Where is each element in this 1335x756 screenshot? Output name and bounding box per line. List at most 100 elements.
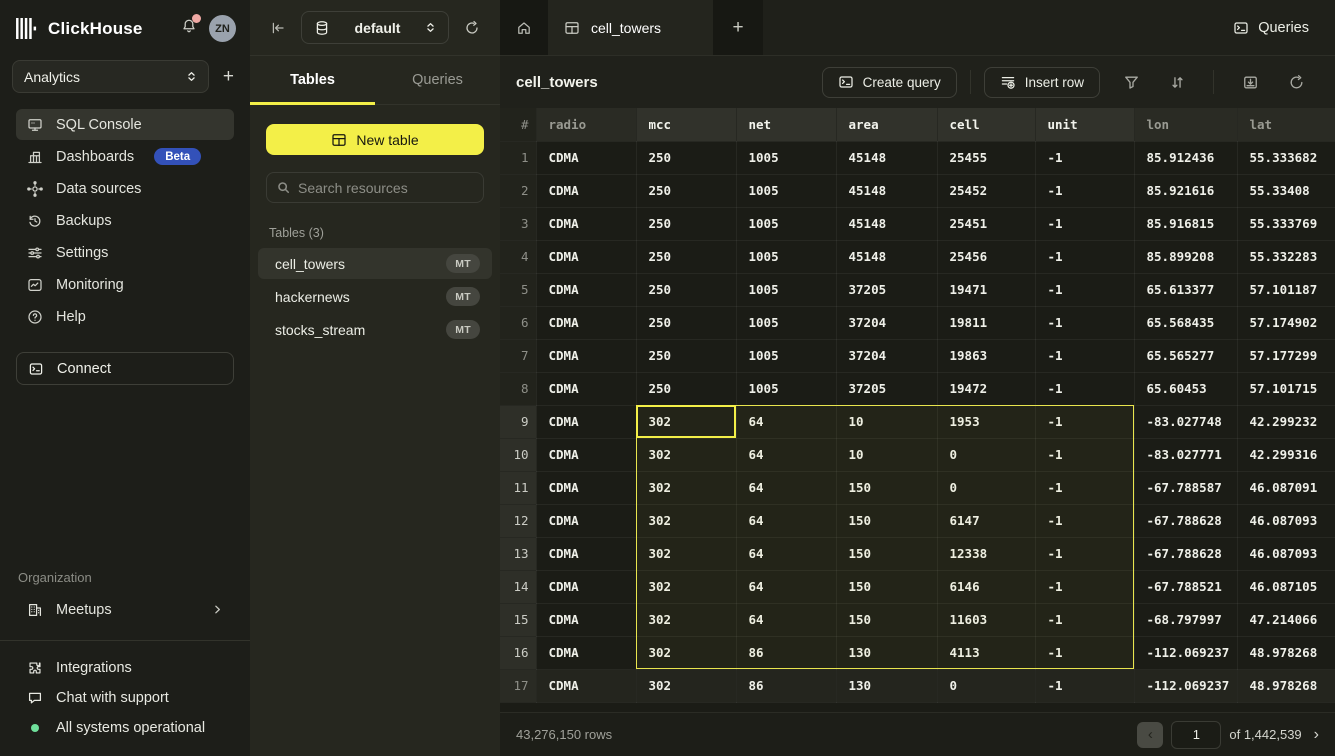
- grid-cell[interactable]: CDMA: [536, 372, 636, 405]
- grid-cell[interactable]: CDMA: [536, 471, 636, 504]
- notifications-button[interactable]: [181, 18, 197, 39]
- grid-cell[interactable]: CDMA: [536, 438, 636, 471]
- grid-cell[interactable]: 1005: [736, 240, 836, 273]
- sidebar-item-chat-support[interactable]: Chat with support: [16, 683, 234, 713]
- grid-cell[interactable]: 57.174902: [1237, 306, 1335, 339]
- next-page-button[interactable]: ›: [1314, 726, 1319, 744]
- row-number[interactable]: 14: [500, 570, 536, 603]
- search-input[interactable]: [298, 180, 473, 196]
- column-header-num[interactable]: #: [500, 108, 536, 141]
- grid-cell[interactable]: CDMA: [536, 537, 636, 570]
- grid-cell[interactable]: 86: [736, 636, 836, 669]
- grid-cell[interactable]: 250: [636, 306, 736, 339]
- grid-cell[interactable]: -1: [1035, 372, 1134, 405]
- row-number[interactable]: 2: [500, 174, 536, 207]
- insert-row-button[interactable]: Insert row: [984, 67, 1100, 98]
- grid-cell[interactable]: 64: [736, 471, 836, 504]
- row-number[interactable]: 5: [500, 273, 536, 306]
- grid-cell[interactable]: 64: [736, 405, 836, 438]
- sidebar-item-dashboards[interactable]: Dashboards Beta: [16, 141, 234, 172]
- grid-cell[interactable]: -68.797997: [1134, 603, 1237, 636]
- column-header-lon[interactable]: lon: [1134, 108, 1237, 141]
- grid-cell[interactable]: 25451: [937, 207, 1035, 240]
- grid-cell[interactable]: 302: [636, 471, 736, 504]
- grid-cell[interactable]: 1005: [736, 141, 836, 174]
- avatar[interactable]: ZN: [209, 15, 236, 42]
- grid-cell[interactable]: 250: [636, 339, 736, 372]
- database-selector[interactable]: default: [301, 11, 449, 44]
- grid-cell[interactable]: 47.214066: [1237, 603, 1335, 636]
- grid-cell[interactable]: 64: [736, 504, 836, 537]
- grid-cell[interactable]: 302: [636, 504, 736, 537]
- grid-cell[interactable]: -1: [1035, 207, 1134, 240]
- grid-cell[interactable]: -67.788628: [1134, 504, 1237, 537]
- grid-cell[interactable]: 1953: [937, 405, 1035, 438]
- grid-cell[interactable]: 65.60453: [1134, 372, 1237, 405]
- grid-cell[interactable]: 302: [636, 537, 736, 570]
- grid-cell[interactable]: CDMA: [536, 273, 636, 306]
- grid-cell[interactable]: -1: [1035, 636, 1134, 669]
- column-header-area[interactable]: area: [836, 108, 937, 141]
- grid-cell[interactable]: -83.027748: [1134, 405, 1237, 438]
- tab-tables[interactable]: Tables: [250, 56, 375, 104]
- grid-cell[interactable]: CDMA: [536, 207, 636, 240]
- sidebar-item-monitoring[interactable]: Monitoring: [16, 269, 234, 300]
- grid-cell[interactable]: 57.101187: [1237, 273, 1335, 306]
- grid-cell[interactable]: 46.087093: [1237, 504, 1335, 537]
- row-number[interactable]: 12: [500, 504, 536, 537]
- filter-button[interactable]: [1108, 66, 1154, 98]
- grid-cell[interactable]: 1005: [736, 273, 836, 306]
- grid-cell[interactable]: 19472: [937, 372, 1035, 405]
- grid-cell[interactable]: 0: [937, 471, 1035, 504]
- grid-cell[interactable]: CDMA: [536, 570, 636, 603]
- add-workspace-button[interactable]: +: [223, 67, 234, 86]
- sidebar-item-sql-console[interactable]: SQL Console: [16, 109, 234, 140]
- grid-cell[interactable]: 130: [836, 636, 937, 669]
- grid-cell[interactable]: 6147: [937, 504, 1035, 537]
- grid-cell[interactable]: 64: [736, 537, 836, 570]
- grid-cell[interactable]: 48.978268: [1237, 636, 1335, 669]
- refresh-tables-button[interactable]: [464, 20, 480, 36]
- table-list-item[interactable]: cell_towers MT: [258, 248, 492, 279]
- create-query-button[interactable]: Create query: [822, 67, 957, 98]
- grid-cell[interactable]: -1: [1035, 438, 1134, 471]
- grid-cell[interactable]: 65.568435: [1134, 306, 1237, 339]
- grid-cell[interactable]: 25455: [937, 141, 1035, 174]
- table-list-item[interactable]: hackernews MT: [258, 281, 492, 312]
- grid-cell[interactable]: -1: [1035, 174, 1134, 207]
- download-button[interactable]: [1227, 66, 1273, 98]
- grid-cell[interactable]: -112.069237: [1134, 669, 1237, 702]
- grid-cell[interactable]: 250: [636, 141, 736, 174]
- grid-cell[interactable]: 150: [836, 570, 937, 603]
- grid-cell[interactable]: 46.087093: [1237, 537, 1335, 570]
- grid-cell[interactable]: 1005: [736, 372, 836, 405]
- grid-cell[interactable]: CDMA: [536, 174, 636, 207]
- column-header-lat[interactable]: lat: [1237, 108, 1335, 141]
- grid-cell[interactable]: CDMA: [536, 603, 636, 636]
- grid-cell[interactable]: 37205: [836, 372, 937, 405]
- grid-cell[interactable]: -1: [1035, 240, 1134, 273]
- column-header-radio[interactable]: radio: [536, 108, 636, 141]
- grid-cell[interactable]: 55.333769: [1237, 207, 1335, 240]
- sidebar-item-help[interactable]: Help: [16, 301, 234, 332]
- grid-cell[interactable]: CDMA: [536, 306, 636, 339]
- grid-cell[interactable]: 65.565277: [1134, 339, 1237, 372]
- row-number[interactable]: 8: [500, 372, 536, 405]
- column-header-unit[interactable]: unit: [1035, 108, 1134, 141]
- grid-cell[interactable]: CDMA: [536, 141, 636, 174]
- grid-cell[interactable]: 48.978268: [1237, 669, 1335, 702]
- row-number[interactable]: 15: [500, 603, 536, 636]
- grid-cell[interactable]: 45148: [836, 207, 937, 240]
- grid-cell[interactable]: 85.899208: [1134, 240, 1237, 273]
- grid-cell[interactable]: 150: [836, 603, 937, 636]
- new-tab-button[interactable]: +: [713, 0, 763, 55]
- grid-cell[interactable]: -1: [1035, 471, 1134, 504]
- row-number[interactable]: 17: [500, 669, 536, 702]
- row-number[interactable]: 1: [500, 141, 536, 174]
- sidebar-item-integrations[interactable]: Integrations: [16, 653, 234, 683]
- column-header-cell[interactable]: cell: [937, 108, 1035, 141]
- grid-cell[interactable]: CDMA: [536, 240, 636, 273]
- grid-cell[interactable]: 65.613377: [1134, 273, 1237, 306]
- row-number[interactable]: 11: [500, 471, 536, 504]
- row-number[interactable]: 7: [500, 339, 536, 372]
